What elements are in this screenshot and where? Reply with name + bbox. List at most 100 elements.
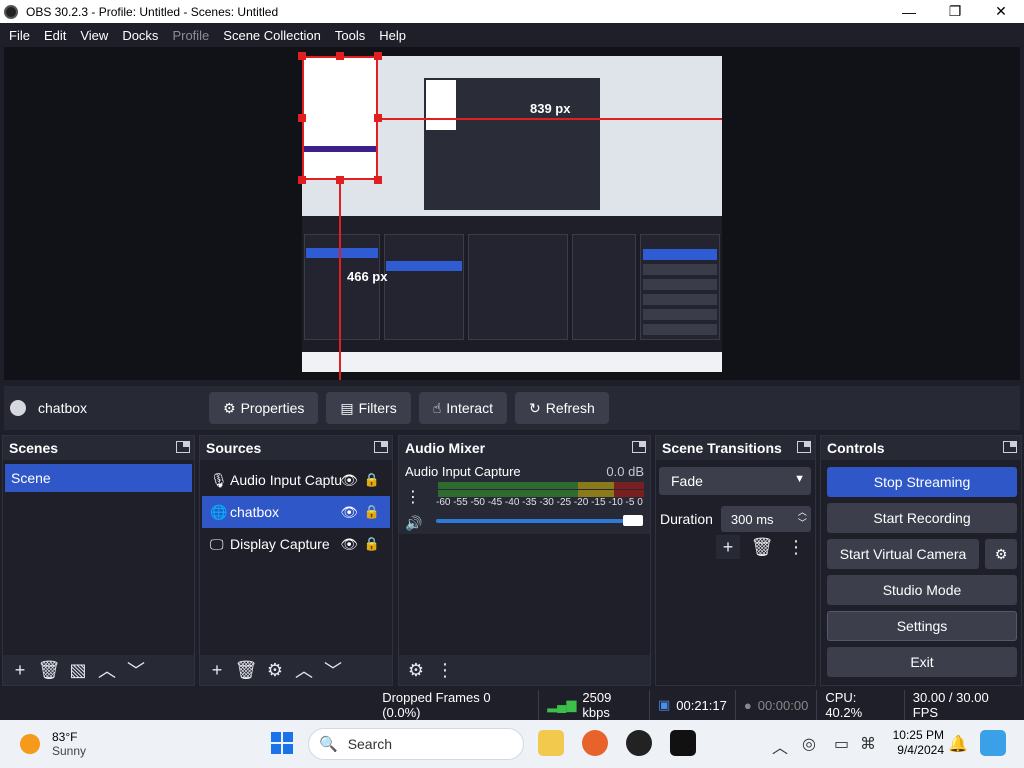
capcut-icon[interactable] bbox=[670, 730, 696, 756]
virtual-camera-settings-button[interactable]: ⚙ bbox=[985, 539, 1017, 569]
refresh-button[interactable]: ↻ Refresh bbox=[514, 392, 609, 424]
more-vertical-icon[interactable]: ⋮ bbox=[784, 535, 808, 559]
spin-arrows-icon[interactable]: ︿ ﹀ bbox=[798, 507, 807, 529]
mixer-footer: ⚙ ⋮ bbox=[399, 655, 650, 685]
menu-file[interactable]: File bbox=[2, 28, 37, 43]
window-title: OBS 30.2.3 - Profile: Untitled - Scenes:… bbox=[26, 4, 279, 19]
add-scene-button[interactable]: + bbox=[7, 658, 33, 682]
maximize-button[interactable]: ❐ bbox=[932, 0, 978, 23]
undock-icon[interactable] bbox=[632, 441, 646, 453]
network-icon[interactable]: ⌘ bbox=[860, 734, 876, 754]
interact-button[interactable]: ☝ Interact bbox=[418, 392, 507, 424]
menu-docks[interactable]: Docks bbox=[115, 28, 165, 43]
trash-icon[interactable]: 🗑 bbox=[36, 658, 62, 682]
display-icon[interactable]: ▭ bbox=[834, 734, 849, 754]
status-bar: Dropped Frames 0 (0.0%) ▂▄▆ 2509 kbps ▣ 00… bbox=[0, 690, 1024, 720]
scene-item[interactable]: Scene bbox=[5, 464, 192, 492]
undock-icon[interactable] bbox=[1003, 441, 1017, 453]
trash-icon[interactable]: 🗑 bbox=[233, 658, 259, 682]
chatbox-selection[interactable] bbox=[302, 56, 378, 180]
search-placeholder: Search bbox=[347, 736, 393, 752]
move-down-icon[interactable]: ﹀ bbox=[320, 658, 346, 682]
menu-tools[interactable]: Tools bbox=[328, 28, 372, 43]
volume-slider[interactable] bbox=[436, 519, 634, 523]
eye-icon[interactable]: 👁 bbox=[340, 504, 358, 521]
transition-select[interactable]: Fade ▼ bbox=[659, 467, 811, 495]
nested-mixer-dock bbox=[468, 234, 568, 340]
undock-icon[interactable] bbox=[797, 441, 811, 453]
menu-scene-collection[interactable]: Scene Collection bbox=[216, 28, 328, 43]
settings-button[interactable]: Settings bbox=[827, 611, 1017, 641]
firefox-icon[interactable] bbox=[582, 730, 608, 756]
windows-start-icon[interactable] bbox=[271, 732, 293, 754]
studio-mode-button[interactable]: Studio Mode bbox=[827, 575, 1017, 605]
nested-transitions-dock bbox=[572, 234, 636, 340]
title-bar: OBS 30.2.3 - Profile: Untitled - Scenes:… bbox=[0, 0, 1024, 23]
source-item-chatbox[interactable]: 🌐 chatbox 👁 🔒 bbox=[202, 496, 390, 528]
trash-icon[interactable]: 🗑 bbox=[750, 535, 774, 559]
exit-button[interactable]: Exit bbox=[827, 647, 1017, 677]
menu-profile[interactable]: Profile bbox=[165, 28, 216, 43]
chevron-up-icon[interactable]: ︿ bbox=[772, 734, 788, 758]
duration-input[interactable]: 300 ms ︿ ﹀ bbox=[720, 506, 811, 532]
eye-icon[interactable]: 👁 bbox=[340, 536, 358, 553]
duration-label: Duration bbox=[660, 511, 713, 527]
undock-icon[interactable] bbox=[374, 441, 388, 453]
menu-edit[interactable]: Edit bbox=[37, 28, 73, 43]
resize-handle[interactable] bbox=[374, 176, 382, 184]
scene-filters-icon[interactable]: ▧ bbox=[65, 658, 91, 682]
resize-handle[interactable] bbox=[298, 114, 306, 122]
start-recording-button[interactable]: Start Recording bbox=[827, 503, 1017, 533]
filters-button[interactable]: ▤ Filters bbox=[326, 392, 411, 424]
source-item-display-capture[interactable]: 🖵 Display Capture 👁 🔒 bbox=[202, 528, 390, 560]
weather-widget[interactable]: 83°F Sunny bbox=[20, 730, 86, 758]
taskbar: 83°F Sunny 🔍 Search ︿ ◎ ▭ ⌘ 10:25 PM 9/4… bbox=[0, 720, 1024, 768]
move-up-icon[interactable]: ︿ bbox=[94, 658, 120, 682]
resize-handle[interactable] bbox=[336, 52, 344, 60]
nested-white-box bbox=[426, 80, 456, 130]
resize-handle[interactable] bbox=[298, 176, 306, 184]
nested-btn bbox=[643, 279, 717, 290]
taskbar-search[interactable]: 🔍 Search bbox=[308, 728, 524, 760]
move-down-icon[interactable]: ﹀ bbox=[123, 658, 149, 682]
gear-icon[interactable]: ⚙ bbox=[403, 658, 429, 682]
add-source-button[interactable]: + bbox=[204, 658, 230, 682]
move-up-icon[interactable]: ︿ bbox=[291, 658, 317, 682]
gear-icon[interactable]: ⚙ bbox=[262, 658, 288, 682]
nested-toolbar bbox=[302, 216, 722, 236]
close-button[interactable]: ✕ bbox=[978, 0, 1024, 23]
menu-help[interactable]: Help bbox=[372, 28, 413, 43]
chevron-down-icon: ▼ bbox=[794, 473, 805, 485]
volume-slider-handle[interactable] bbox=[623, 515, 643, 526]
lock-icon[interactable]: 🔒 bbox=[364, 536, 380, 552]
copilot-icon[interactable] bbox=[980, 730, 1006, 756]
obs-taskbar-icon[interactable] bbox=[626, 730, 652, 756]
menu-view[interactable]: View bbox=[73, 28, 115, 43]
eye-icon[interactable]: 👁 bbox=[340, 472, 358, 489]
file-explorer-icon[interactable] bbox=[538, 730, 564, 756]
source-item-audio-input[interactable]: 🎙 Audio Input Captu 👁 🔒 bbox=[202, 464, 390, 496]
start-virtual-camera-button[interactable]: Start Virtual Camera bbox=[827, 539, 979, 569]
taskbar-clock[interactable]: 10:25 PM 9/4/2024 bbox=[886, 728, 944, 758]
add-transition-button[interactable]: + bbox=[716, 535, 740, 559]
stop-streaming-button[interactable]: Stop Streaming bbox=[827, 467, 1017, 497]
monitor-icon: 🖵 bbox=[210, 535, 224, 552]
obs-tray-icon[interactable]: ◎ bbox=[802, 734, 816, 754]
lock-icon[interactable]: 🔒 bbox=[364, 504, 380, 520]
source-label: Audio Input Captu bbox=[230, 472, 343, 488]
bell-icon[interactable]: 🔔 bbox=[948, 734, 968, 754]
resize-handle[interactable] bbox=[298, 52, 306, 60]
more-vertical-icon[interactable]: ⋮ bbox=[432, 658, 458, 682]
speaker-icon[interactable]: 🔊 bbox=[405, 515, 644, 532]
resize-handle[interactable] bbox=[374, 52, 382, 60]
refresh-label: Refresh bbox=[545, 400, 595, 416]
undock-icon[interactable] bbox=[176, 441, 190, 453]
properties-button[interactable]: ⚙ Properties bbox=[209, 392, 319, 424]
sources-dock-header: Sources bbox=[200, 436, 392, 460]
preview-canvas[interactable]: 839 px 466 px bbox=[4, 47, 1020, 380]
chatbox-header-strip bbox=[304, 146, 376, 152]
mixer-dock-header: Audio Mixer bbox=[399, 436, 650, 460]
lock-icon[interactable]: 🔒 bbox=[364, 472, 380, 488]
minimize-button[interactable]: — bbox=[886, 0, 932, 23]
filters-label: Filters bbox=[358, 400, 397, 416]
